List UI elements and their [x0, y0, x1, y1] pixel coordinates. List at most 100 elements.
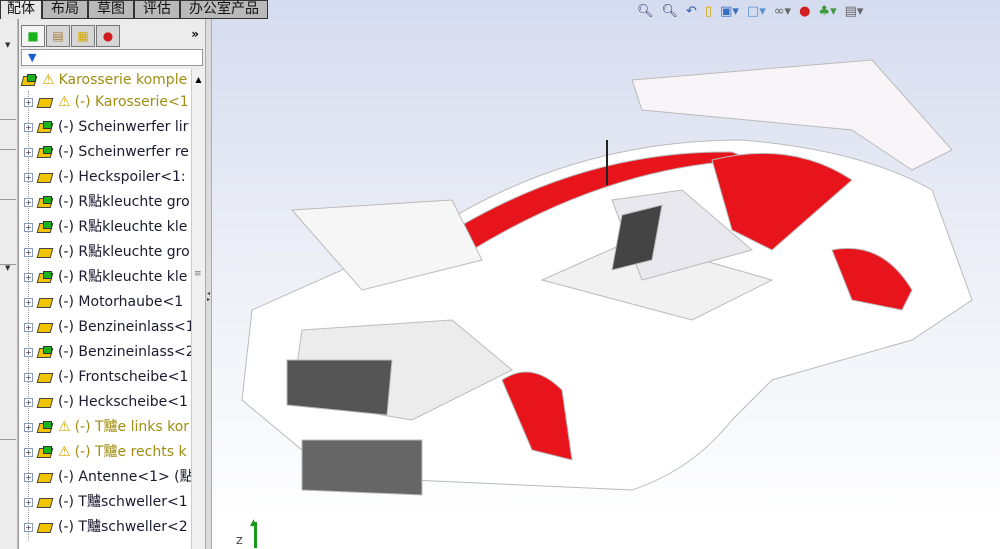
- component-icon: [36, 445, 55, 459]
- divider: [0, 199, 16, 200]
- tree-item-label: (-) Heckscheibe<1: [58, 394, 188, 410]
- component-icon: [36, 495, 55, 509]
- tree-item-label: (-) Benzineinlass<1: [58, 319, 191, 335]
- tree-item-label: (-) Heckspoiler<1:: [58, 169, 186, 185]
- tree-item[interactable]: + (-) Scheinwerfer lir: [19, 116, 188, 138]
- dropdown-arrow-icon[interactable]: ▼: [5, 264, 10, 272]
- tree-filter[interactable]: ▼: [21, 49, 203, 66]
- command-manager-strip: ▼ ▼: [0, 19, 18, 549]
- tab-layout[interactable]: 布局: [42, 0, 88, 19]
- tree-root-label: Karosserie komple: [58, 72, 188, 88]
- expand-icon[interactable]: +: [24, 172, 33, 182]
- tree-item[interactable]: + (-) R點kleuchte kle: [19, 216, 187, 238]
- warning-icon: ⚠: [58, 419, 71, 435]
- expand-icon[interactable]: +: [24, 397, 33, 407]
- tree-item-label: (-) Scheinwerfer lir: [58, 119, 189, 135]
- tree-item[interactable]: + (-) Antenne<1> (點: [19, 466, 191, 488]
- appearance-icon: ●: [102, 29, 114, 43]
- panel-splitter[interactable]: ◂ ▸: [205, 19, 212, 549]
- expand-icon[interactable]: +: [24, 147, 33, 157]
- tree-item-label: (-) Antenne<1> (點: [58, 469, 191, 485]
- warning-icon: ⚠: [42, 72, 55, 88]
- tree-item[interactable]: + ⚠ (-) T黸e rechts k: [19, 441, 187, 463]
- expand-icon[interactable]: +: [24, 322, 33, 332]
- car-body-model: [241, 59, 973, 496]
- tree-item[interactable]: + (-) R點kleuchte gro: [19, 191, 190, 213]
- expand-icon[interactable]: +: [24, 472, 33, 482]
- expand-icon[interactable]: +: [24, 497, 33, 507]
- triad-axis-icon: ▲ Z: [236, 518, 257, 548]
- component-icon: [36, 145, 55, 159]
- command-tabs: 配体 布局 草图 评估 办公室产品: [0, 0, 268, 19]
- configuration-manager-tab[interactable]: ▦: [71, 25, 95, 47]
- tree-item[interactable]: + (-) R點kleuchte gro: [19, 241, 190, 263]
- component-icon: [36, 470, 55, 484]
- tree-item-label: (-) Motorhaube<1: [58, 294, 184, 310]
- scroll-thumb-grip[interactable]: ≡: [194, 269, 203, 279]
- tree-item-label: (-) Frontscheibe<1: [58, 369, 189, 385]
- graphics-viewport[interactable]: 🔍︎ 🔍︎ ↶ ▯ ▣▾ □▾ ∞▾ ● ♣▾ ▤▾ ▲ Z: [212, 0, 1000, 549]
- tree-item-label: (-) T黸schweller<2: [58, 519, 188, 535]
- expand-icon[interactable]: +: [24, 447, 33, 457]
- expand-icon[interactable]: +: [24, 347, 33, 357]
- component-icon: [36, 395, 55, 409]
- feature-tree: ⚠ Karosserie komple + ⚠ (-) Karosserie<1 +(…: [19, 69, 191, 549]
- display-manager-tab[interactable]: ●: [96, 25, 120, 47]
- component-icon: [36, 345, 55, 359]
- component-icon: [36, 270, 55, 284]
- tree-item-label: (-) R點kleuchte kle: [58, 269, 188, 285]
- component-icon: [36, 120, 55, 134]
- tree-scrollbar[interactable]: ▲ ≡: [191, 69, 205, 549]
- tree-root[interactable]: ⚠ Karosserie komple: [19, 69, 187, 91]
- tree-item-label: (-) R點kleuchte gro: [58, 244, 190, 260]
- tree-item[interactable]: + (-) Benzineinlass<1: [19, 316, 191, 338]
- divider: [0, 264, 16, 265]
- expand-icon[interactable]: +: [24, 422, 33, 432]
- component-icon: [36, 95, 55, 109]
- expand-icon[interactable]: +: [24, 272, 33, 282]
- expand-tabs-button[interactable]: »: [191, 27, 199, 41]
- dropdown-arrow-icon[interactable]: ▼: [5, 41, 10, 49]
- filter-icon: ▼: [28, 51, 37, 64]
- tree-item[interactable]: + (-) Benzineinlass<2: [19, 341, 191, 363]
- warning-icon: ⚠: [58, 94, 71, 110]
- tree-item[interactable]: + (-) Motorhaube<1: [19, 291, 183, 313]
- expand-icon[interactable]: +: [24, 522, 33, 532]
- tree-item[interactable]: + ⚠ (-) Karosserie<1: [19, 91, 189, 113]
- expand-icon[interactable]: +: [24, 197, 33, 207]
- expand-icon[interactable]: +: [24, 372, 33, 382]
- component-icon: [36, 320, 55, 334]
- tree-item[interactable]: + (-) R點kleuchte kle: [19, 266, 187, 288]
- tree-item-label: (-) Karosserie<1: [74, 94, 189, 110]
- tree-item[interactable]: + ⚠ (-) T黸e links kor: [19, 416, 189, 438]
- tree-item[interactable]: + (-) Scheinwerfer re: [19, 141, 189, 163]
- tree-item[interactable]: + (-) T黸schweller<2: [19, 516, 188, 538]
- expand-icon[interactable]: +: [24, 97, 33, 107]
- splitter-grip-icon: ◂ ▸: [207, 290, 211, 303]
- tab-sketch[interactable]: 草图: [88, 0, 134, 19]
- tab-assembly[interactable]: 配体: [0, 0, 42, 19]
- tree-item[interactable]: + (-) T黸schweller<1: [19, 491, 188, 513]
- tab-evaluate[interactable]: 评估: [134, 0, 180, 19]
- tab-office-products[interactable]: 办公室产品: [180, 0, 268, 19]
- scroll-up-icon[interactable]: ▲: [192, 75, 205, 84]
- configuration-icon: ▦: [77, 29, 89, 43]
- axis-label-z: Z: [236, 536, 243, 547]
- property-manager-tab[interactable]: ▤: [46, 25, 70, 47]
- tree-item[interactable]: + (-) Heckspoiler<1:: [19, 166, 186, 188]
- tree-item-label: (-) R點kleuchte gro: [58, 194, 190, 210]
- expand-icon[interactable]: +: [24, 297, 33, 307]
- expand-icon[interactable]: +: [24, 122, 33, 132]
- expand-icon[interactable]: +: [24, 222, 33, 232]
- component-icon: [36, 370, 55, 384]
- component-icon: [36, 170, 55, 184]
- warning-icon: ⚠: [58, 444, 71, 460]
- solidworks-window: 配体 布局 草图 评估 办公室产品 ▼ ▼ ■ ▤ ▦ ● » ▼ ⚠ Karo…: [0, 0, 1000, 549]
- tree-item[interactable]: + (-) Heckscheibe<1: [19, 391, 188, 413]
- tree-item[interactable]: + (-) Frontscheibe<1: [19, 366, 188, 388]
- tree-item-label: (-) T黸e links kor: [74, 419, 190, 435]
- assembly-icon: ■: [27, 29, 39, 43]
- feature-tree-tab[interactable]: ■: [21, 25, 45, 47]
- expand-icon[interactable]: +: [24, 247, 33, 257]
- divider: [0, 119, 16, 120]
